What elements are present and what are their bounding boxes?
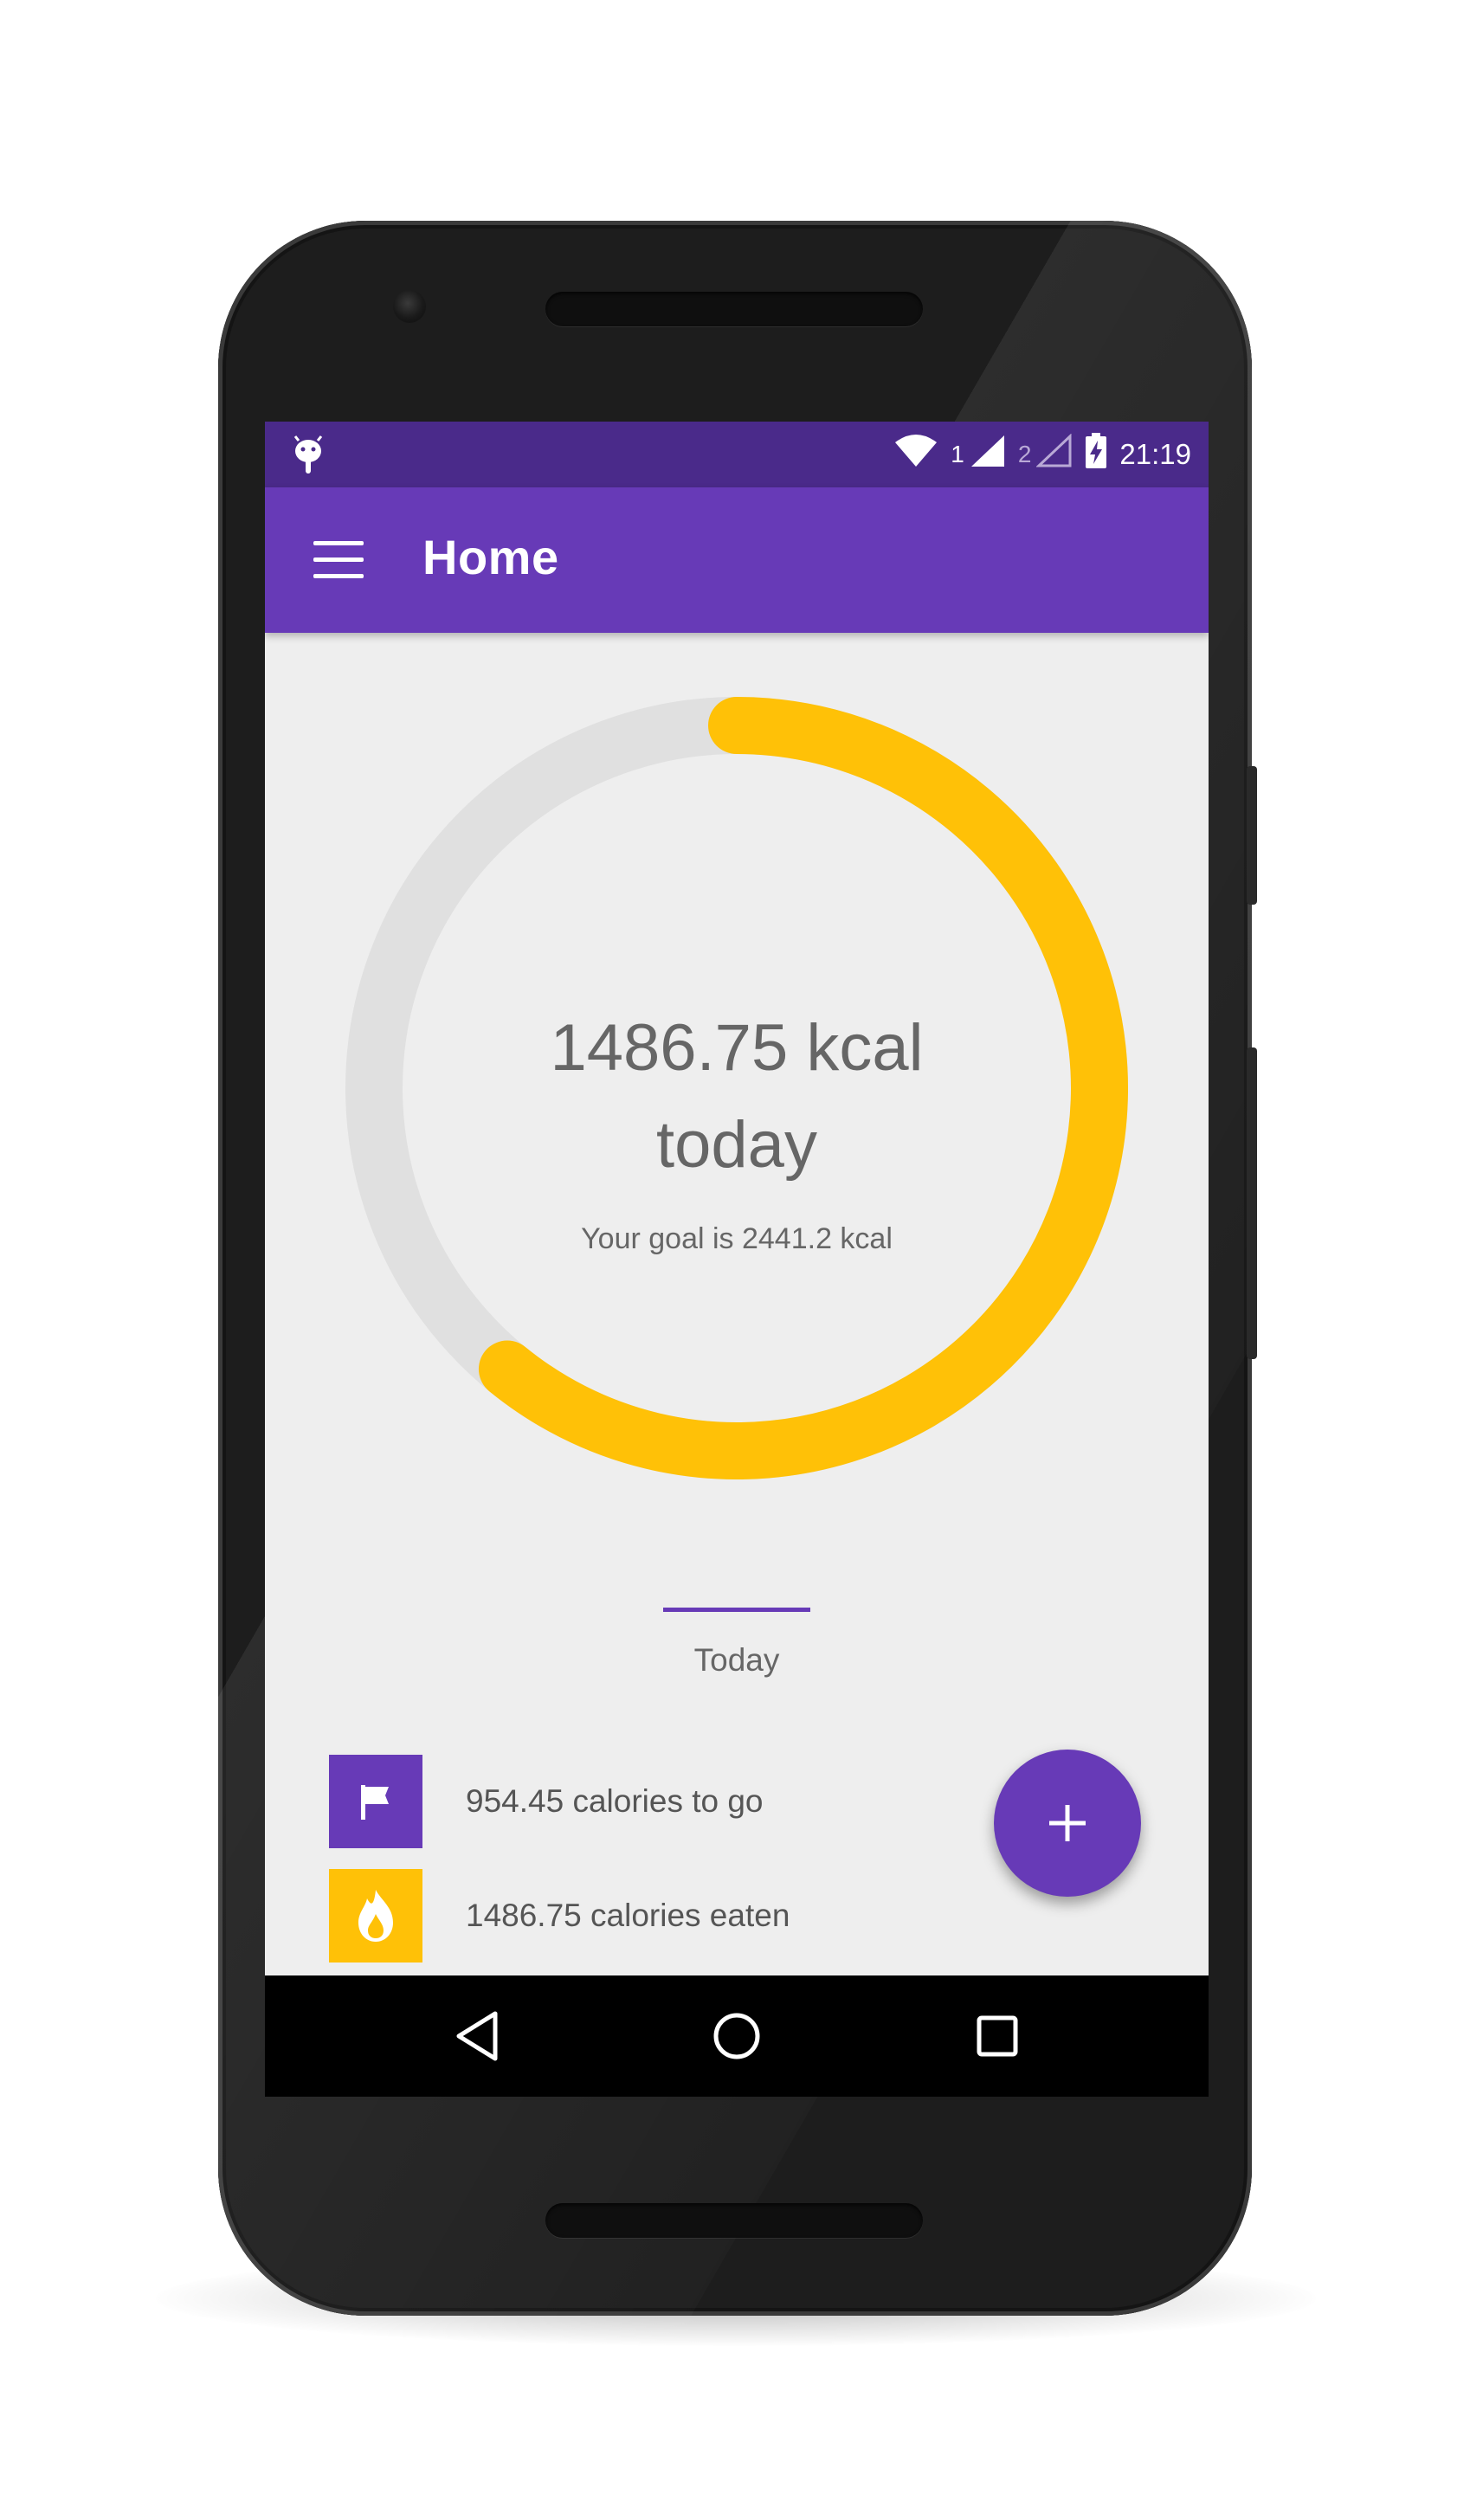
signal-sim2-icon — [1035, 433, 1073, 475]
status-bar: 1 2 21:19 — [265, 422, 1209, 487]
fire-icon — [329, 1869, 422, 1963]
sim1-label: 1 — [951, 441, 964, 467]
calories-eaten: 1486.75 calories eaten — [466, 1898, 790, 1933]
power-button — [1247, 766, 1257, 905]
battery-charging-icon — [1085, 433, 1107, 476]
goal-text: Your goal is 2441.2 kcal — [581, 1222, 893, 1255]
wifi-icon — [893, 434, 938, 475]
page-title: Home — [422, 530, 559, 584]
back-icon[interactable] — [447, 2005, 509, 2067]
hamburger-menu-icon[interactable] — [313, 541, 364, 579]
volume-rocker — [1247, 1047, 1257, 1359]
bottom-speaker — [545, 2203, 923, 2238]
calories-to-go: 954.45 calories to go — [466, 1783, 764, 1819]
top-speaker — [545, 292, 923, 326]
android-debug-icon — [291, 435, 326, 480]
list-item: 954.45 calories to go — [329, 1755, 764, 1848]
tab-indicator — [663, 1608, 810, 1612]
list-item: 1486.75 calories eaten — [329, 1869, 790, 1963]
clock: 21:19 — [1119, 438, 1191, 470]
navigation-bar — [265, 1975, 1209, 2097]
kcal-value: 1486.75 kcal — [550, 1011, 924, 1085]
home-icon[interactable] — [706, 2005, 768, 2067]
app-bar: Home — [265, 487, 1209, 633]
kcal-period: today — [656, 1108, 817, 1182]
sim2-label: 2 — [1017, 441, 1032, 467]
kcal-summary: 1486.75 kcal today — [473, 1000, 1001, 1194]
front-camera — [393, 290, 426, 323]
signal-sim1-icon — [970, 434, 1006, 475]
tab-today[interactable]: Today — [650, 1642, 823, 1679]
flag-icon — [329, 1755, 422, 1848]
screen: 1 2 21:19 Home 1486.75 kcal today Your g… — [265, 422, 1209, 2097]
plus-icon — [1049, 1805, 1086, 1841]
add-button[interactable] — [994, 1750, 1141, 1897]
recents-icon[interactable] — [966, 2005, 1028, 2067]
